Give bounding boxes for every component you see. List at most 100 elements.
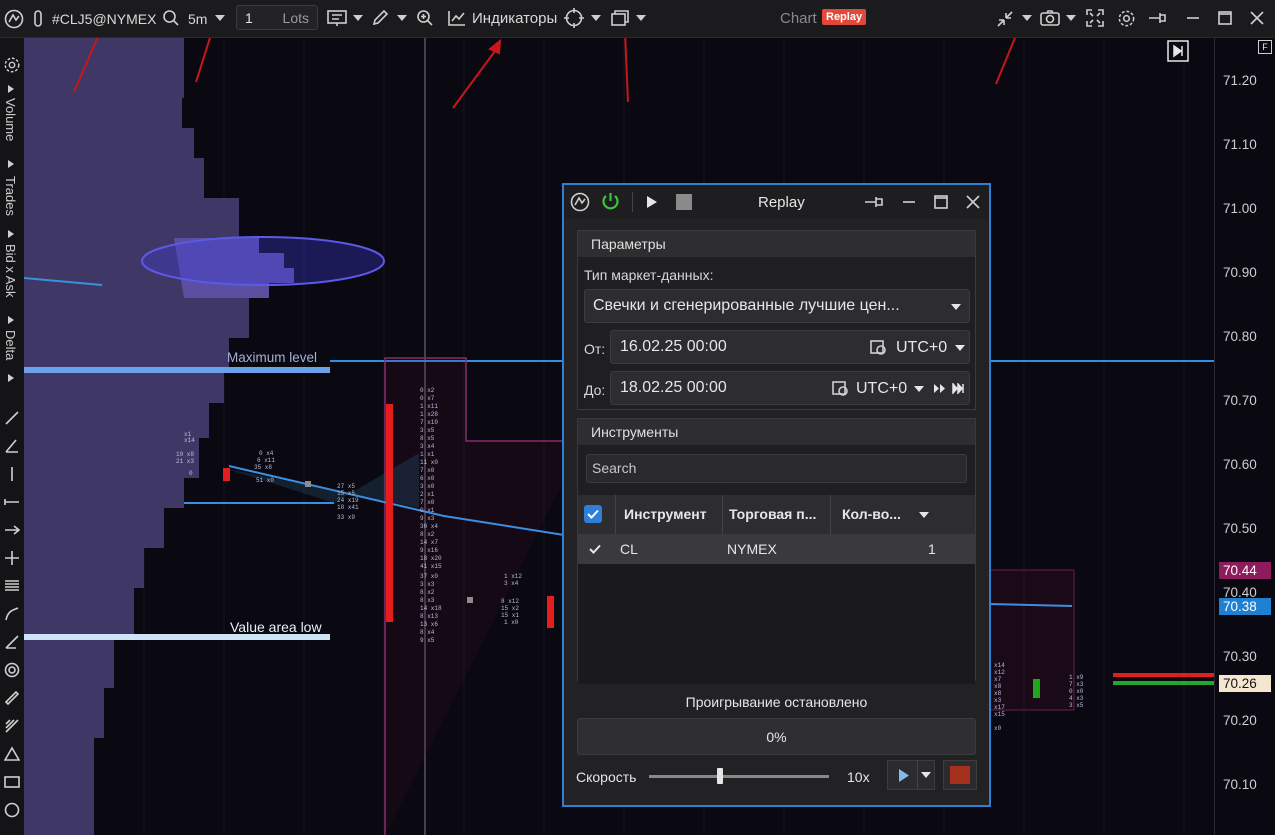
symbol-selector[interactable]: #CLJ5@NYMEX [52,0,156,37]
crosshair-dropdown-icon[interactable] [591,15,601,21]
ruler-icon[interactable] [4,690,20,706]
collapse-icon[interactable] [996,10,1014,28]
price-tick: 70.50 [1223,521,1257,536]
skip-to-end-icon[interactable] [952,383,966,394]
tab-delta[interactable]: Delta [3,330,18,360]
chevron-down-icon[interactable] [914,386,924,392]
minimize-icon[interactable] [902,195,916,209]
trades-expand-icon[interactable] [8,160,14,168]
settings-icon[interactable] [3,56,21,74]
speed-slider[interactable] [649,768,829,784]
templates-icon[interactable] [611,10,629,26]
svg-text:x8: x8 [994,683,1002,690]
tab-volume[interactable]: Volume [3,98,18,141]
price-axis[interactable]: F 71.20 71.10 71.00 70.90 70.80 70.70 70… [1214,38,1275,835]
price-tick: 71.10 [1223,137,1257,152]
volume-expand-icon[interactable] [8,85,14,93]
calendar-clock-icon[interactable] [870,339,887,356]
ray-icon[interactable] [4,522,20,538]
price-tick: 70.10 [1223,777,1257,792]
search-input[interactable]: Search [586,454,967,483]
column-instrument[interactable]: Инструмент [624,506,707,522]
delta-collapse-icon[interactable] [8,374,14,382]
vertical-line-icon[interactable] [4,466,20,482]
tab-bid-ask[interactable]: Bid x Ask [3,244,18,297]
close-icon[interactable] [966,195,980,209]
timeframe-dropdown-icon[interactable] [215,15,225,21]
market-data-select[interactable]: Свечки и сгенерированные лучшие цен... [584,289,970,323]
speed-slider-handle[interactable] [717,768,723,784]
play-icon[interactable] [646,195,658,209]
close-icon[interactable] [1250,11,1264,25]
pin-icon[interactable] [1148,11,1168,25]
axis-badge[interactable]: F [1258,40,1272,54]
zoom-in-icon[interactable] [416,9,434,27]
play-button[interactable] [887,760,935,790]
to-timezone[interactable]: UTC+0 [856,380,907,398]
play-icon [899,769,909,782]
column-exchange[interactable]: Торговая п... [729,506,816,522]
calendar-clock-icon[interactable] [832,380,849,397]
sort-icon[interactable] [919,512,929,518]
search-icon[interactable] [162,9,180,27]
from-timezone[interactable]: UTC+0 [896,339,947,357]
settings-icon[interactable] [1117,9,1136,28]
screenshot-dropdown-icon[interactable] [1066,15,1076,21]
chart-type-icon[interactable] [327,10,347,27]
indicators-icon[interactable] [448,10,466,26]
curve-icon[interactable] [4,606,20,622]
chevron-down-icon[interactable] [955,345,965,351]
svg-text:7 x10: 7 x10 [420,419,438,426]
stop-button[interactable] [943,760,977,790]
angle-tool-icon[interactable] [4,438,20,454]
to-date-input[interactable]: 18.02.25 00:00 UTC+0 [610,371,970,405]
from-date-input[interactable]: 16.02.25 00:00 UTC+0 [610,330,970,364]
indicators-button[interactable]: Индикаторы [472,0,557,37]
triangle-icon[interactable] [4,746,20,762]
timeframe-selector[interactable]: 5m [188,0,207,37]
drawing-dropdown-icon[interactable] [397,15,407,21]
svg-text:2 x1: 2 x1 [420,491,435,498]
pattern-icon[interactable] [4,718,20,734]
progress-label: 0% [766,729,787,745]
fullscreen-icon[interactable] [1086,9,1104,27]
stop-button[interactable] [676,194,692,210]
pin-icon[interactable] [864,196,884,208]
svg-text:33 x9: 33 x9 [337,514,355,521]
minimize-icon[interactable] [1186,11,1200,25]
cross-icon[interactable] [4,550,20,566]
svg-text:1 x12: 1 x12 [504,573,522,580]
maximize-icon[interactable] [934,195,948,209]
pencil-icon[interactable] [371,9,389,27]
ellipse-icon[interactable] [4,802,20,818]
lots-input[interactable]: 1 Lots [236,5,318,30]
camera-icon[interactable] [1040,9,1060,27]
table-row[interactable]: CL NYMEX 1 [578,534,975,564]
tab-trades[interactable]: Trades [3,176,18,216]
replay-titlebar[interactable]: Replay [564,185,989,219]
bid-ask-expand-icon[interactable] [8,230,14,238]
delta-expand-icon[interactable] [8,316,14,324]
button-divider [917,761,918,789]
check-icon[interactable] [589,544,601,554]
app-logo-icon[interactable] [4,9,24,29]
layout-dropdown-icon[interactable] [1022,15,1032,21]
column-quantity[interactable]: Кол-во... [842,506,901,522]
rectangle-icon[interactable] [4,774,20,790]
chart-type-dropdown-icon[interactable] [353,15,363,21]
templates-dropdown-icon[interactable] [636,15,646,21]
symbol-link-icon[interactable] [34,10,42,27]
select-all-checkbox[interactable] [584,505,602,523]
target-icon[interactable] [4,662,20,678]
instruments-table-header: Инструмент Торговая п... Кол-во... [578,495,975,534]
channel-icon[interactable] [4,578,20,594]
fib-icon[interactable] [4,634,20,650]
maximize-icon[interactable] [1218,11,1232,25]
svg-text:3 x3: 3 x3 [420,581,435,588]
power-icon[interactable] [600,191,621,212]
chevron-down-icon[interactable] [921,772,931,778]
line-tool-icon[interactable] [4,410,20,426]
crosshair-icon[interactable] [564,8,584,28]
fast-forward-icon[interactable] [933,383,946,394]
horizontal-line-icon[interactable] [4,494,20,510]
